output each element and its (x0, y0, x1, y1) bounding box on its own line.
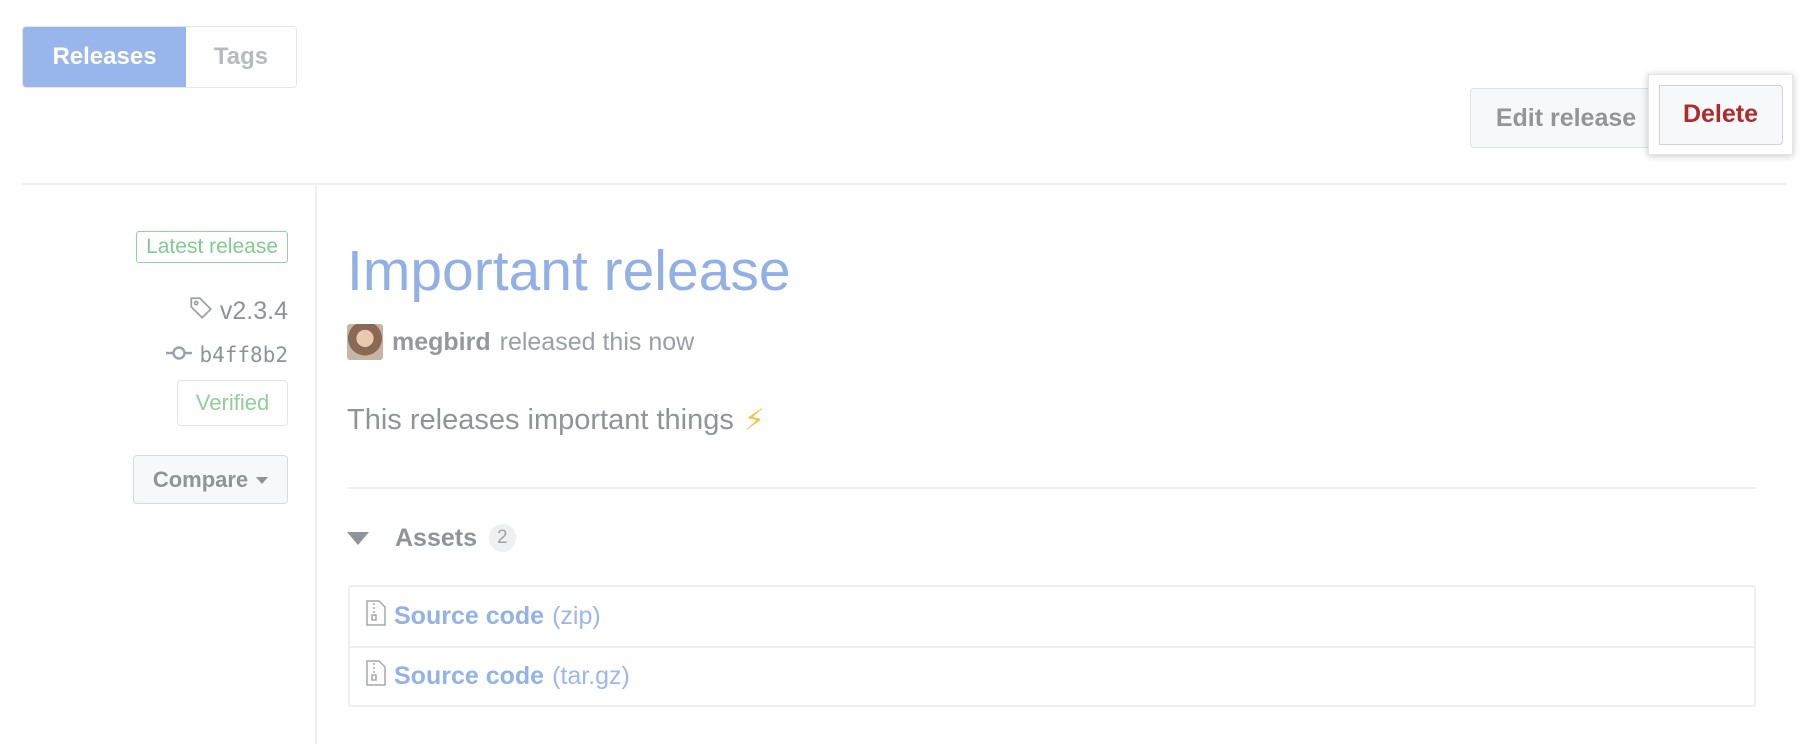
release-body-text: This releases important things (347, 404, 734, 436)
release-title[interactable]: Important release (347, 238, 791, 304)
delete-highlight: Delete (1648, 74, 1793, 155)
tag-name[interactable]: v2.3.4 (220, 297, 288, 326)
commit-icon (165, 343, 193, 368)
file-zip-icon (366, 660, 386, 693)
assets-label: Assets (395, 523, 477, 552)
asset-link-ext[interactable]: (zip) (552, 602, 601, 631)
list-item[interactable]: Source code (zip) (350, 587, 1754, 646)
file-zip-icon (366, 600, 386, 633)
latest-release-badge: Latest release (136, 231, 288, 263)
delete-button[interactable]: Delete (1658, 84, 1783, 145)
header-divider (22, 183, 1787, 185)
release-commit[interactable]: b4ff8b2 (165, 340, 288, 370)
release-description: This releases important things ⚡ (347, 403, 765, 438)
list-item[interactable]: Source code (tar.gz) (350, 646, 1754, 705)
assets-count: 2 (489, 524, 516, 552)
asset-link-name[interactable]: Source code (394, 662, 544, 691)
verified-badge[interactable]: Verified (177, 380, 288, 426)
author-link[interactable]: megbird (392, 328, 491, 357)
asset-link-ext[interactable]: (tar.gz) (552, 662, 630, 691)
commit-sha[interactable]: b4ff8b2 (199, 343, 288, 367)
compare-button[interactable]: Compare (133, 455, 288, 504)
assets-list: Source code (zip) Source code (tar.gz) (348, 585, 1756, 707)
edit-release-button[interactable]: Edit release (1470, 88, 1662, 148)
asset-link-name[interactable]: Source code (394, 602, 544, 631)
tab-tags[interactable]: Tags (186, 27, 296, 87)
chevron-down-icon (256, 477, 269, 484)
released-text: released this now (499, 327, 695, 356)
release-tabs: Releases Tags (22, 26, 297, 88)
assets-toggle[interactable]: Assets 2 (347, 521, 516, 555)
timeline-divider (315, 185, 317, 744)
tab-releases[interactable]: Releases (23, 27, 186, 87)
release-tag[interactable]: v2.3.4 (188, 296, 288, 326)
triangle-down-icon (347, 531, 369, 545)
zap-icon: ⚡ (743, 404, 765, 437)
release-author-row: megbird released this now (347, 323, 694, 361)
body-divider (347, 487, 1756, 489)
tag-icon (188, 295, 214, 328)
compare-label: Compare (152, 466, 249, 492)
release-actions: Edit release Delete (1470, 74, 1793, 155)
avatar[interactable] (347, 324, 383, 360)
